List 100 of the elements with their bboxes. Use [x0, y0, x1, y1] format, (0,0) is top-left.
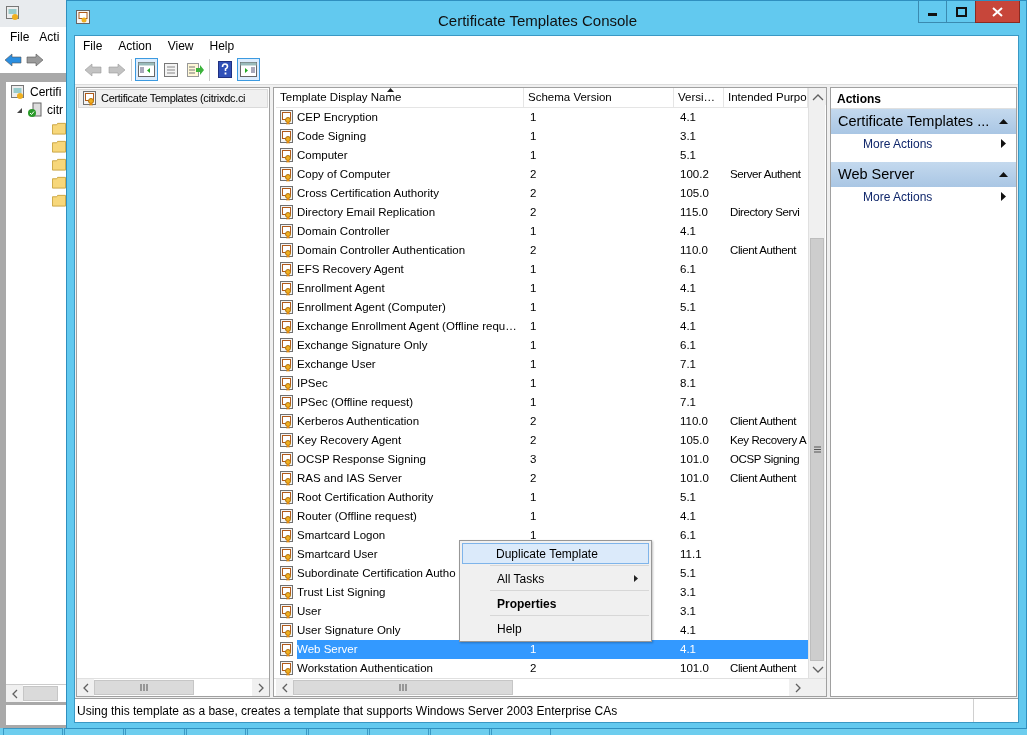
certificate-icon — [279, 224, 294, 239]
template-name[interactable]: Directory Email Replication — [297, 203, 436, 222]
template-name[interactable]: Domain Controller Authentication — [297, 241, 466, 260]
actions-section-header[interactable]: Web Server — [831, 162, 1016, 187]
template-name[interactable]: User — [297, 602, 322, 621]
menu-item[interactable]: All Tasks — [462, 568, 649, 589]
certificate-icon — [279, 566, 294, 581]
template-name[interactable]: Enrollment Agent — [297, 279, 385, 298]
collapse-arrow-icon[interactable] — [999, 119, 1008, 124]
close-icon — [992, 6, 1003, 17]
scroll-right-button[interactable] — [252, 679, 269, 696]
table-cell-text: 101.0 — [680, 470, 709, 486]
certificate-icon — [279, 528, 294, 543]
template-name[interactable]: Code Signing — [297, 127, 367, 146]
table-cell-text: 1 — [530, 223, 537, 239]
template-name[interactable]: User Signature Only — [297, 621, 401, 640]
table-cell: 4.1 — [674, 640, 724, 659]
tree-item[interactable]: citr — [47, 101, 63, 119]
grip-icon — [140, 684, 148, 691]
menu-item[interactable]: Duplicate Template — [462, 543, 649, 564]
template-name[interactable]: Kerberos Authentication — [297, 412, 420, 431]
action-pane-button[interactable] — [237, 58, 260, 81]
template-name[interactable]: Smartcard User — [297, 545, 378, 564]
menu-item[interactable]: Help — [209, 36, 235, 55]
table-cell-text: 1 — [530, 527, 537, 543]
certificate-icon — [279, 509, 294, 524]
table-cell-text: 101.0 — [680, 451, 709, 467]
table-cell: 1 — [524, 640, 674, 659]
chevron-left-icon — [10, 687, 19, 700]
menu-item[interactable]: View — [167, 36, 194, 55]
menu-item[interactable]: Acti — [39, 28, 60, 46]
column-header[interactable]: Schema Version — [524, 88, 674, 107]
scroll-down-button[interactable] — [809, 661, 826, 678]
table-cell-text: 105.0 — [680, 185, 709, 201]
table-cell-text: 1 — [530, 375, 537, 391]
menu-item[interactable]: File — [10, 28, 30, 46]
template-name[interactable]: Workstation Authentication — [297, 659, 433, 678]
template-name[interactable]: Computer — [297, 146, 348, 165]
minimize-button[interactable] — [918, 1, 946, 23]
collapse-arrow-icon[interactable] — [999, 172, 1008, 177]
back-button[interactable] — [4, 53, 22, 67]
template-name[interactable]: Router (Offline request) — [297, 507, 417, 526]
table-cell-text: 5.1 — [680, 565, 696, 581]
table-cell-text: 4.1 — [680, 280, 696, 296]
template-name[interactable]: Smartcard Logon — [297, 526, 386, 545]
template-name[interactable]: Root Certification Authority — [297, 488, 434, 507]
action-link[interactable]: More Actions — [831, 187, 1016, 206]
scroll-up-button[interactable] — [809, 88, 826, 105]
close-button[interactable] — [975, 1, 1020, 23]
table-cell-text: 5.1 — [680, 489, 696, 505]
table-cell-text: 2 — [530, 660, 537, 676]
tree-pane-button[interactable] — [135, 58, 158, 81]
certificate-icon — [279, 338, 294, 353]
chevron-right-icon — [793, 681, 802, 694]
template-name[interactable]: IPSec — [297, 374, 328, 393]
menu-item[interactable]: Action — [118, 36, 152, 55]
certificate-icon — [279, 471, 294, 486]
table-cell-text: 6.1 — [680, 527, 696, 543]
actions-section-header[interactable]: Certificate Templates ... — [831, 109, 1016, 134]
table-cell-text: 1 — [530, 261, 537, 277]
template-name[interactable]: IPSec (Offline request) — [297, 393, 414, 412]
certificate-icon — [279, 452, 294, 467]
template-name[interactable]: Exchange Enrollment Agent (Offline requ… — [297, 317, 517, 336]
template-name[interactable]: Trust List Signing — [297, 583, 386, 602]
template-name[interactable]: EFS Recovery Agent — [297, 260, 404, 279]
template-name[interactable]: CEP Encryption — [297, 108, 378, 127]
template-name[interactable]: Exchange Signature Only — [297, 336, 428, 355]
scroll-left-button[interactable] — [6, 685, 23, 702]
template-name[interactable]: OCSP Response Signing — [297, 450, 426, 469]
scroll-left-button[interactable] — [77, 679, 94, 696]
certificate-icon — [279, 110, 294, 125]
template-name[interactable]: Cross Certification Authority — [297, 184, 439, 203]
certificate-icon — [279, 547, 294, 562]
expand-triangle-icon[interactable] — [16, 106, 23, 114]
template-name[interactable]: Enrollment Agent (Computer) — [297, 298, 446, 317]
template-name[interactable]: Exchange User — [297, 355, 376, 374]
template-name[interactable]: Domain Controller — [297, 222, 390, 241]
table-cell-text: 1 — [530, 128, 537, 144]
column-header[interactable]: Versi… — [674, 88, 724, 107]
table-cell-text: 5.1 — [680, 299, 696, 315]
template-name[interactable]: Subordinate Certification Autho — [297, 564, 456, 583]
table-cell-text: 1 — [530, 318, 537, 334]
table-cell-text: 7.1 — [680, 356, 696, 372]
action-link[interactable]: More Actions — [831, 134, 1016, 153]
status-bar-text: Using this template as a base, creates a template that supports Windows Server 2003 Enterprise CAs — [76, 702, 619, 720]
template-name[interactable]: Copy of Computer — [297, 165, 391, 184]
menu-item[interactable]: File — [83, 36, 103, 55]
certificate-icon — [279, 433, 294, 448]
certificate-icon — [279, 129, 294, 144]
certificate-icon — [82, 91, 97, 106]
template-name[interactable]: Key Recovery Agent — [297, 431, 402, 450]
scroll-right-button[interactable] — [789, 679, 806, 696]
column-header[interactable]: Template Display Name — [276, 88, 524, 107]
tree-item[interactable]: Certifi — [30, 83, 62, 101]
tree-item[interactable]: Certificate Templates (citrixdc.ci — [78, 89, 268, 108]
menu-item[interactable]: Properties — [462, 593, 649, 614]
menu-item[interactable]: Help — [462, 618, 649, 639]
scroll-left-button[interactable] — [276, 679, 293, 696]
template-name[interactable]: RAS and IAS Server — [297, 469, 402, 488]
table-cell-text: Client Authent — [730, 242, 796, 258]
